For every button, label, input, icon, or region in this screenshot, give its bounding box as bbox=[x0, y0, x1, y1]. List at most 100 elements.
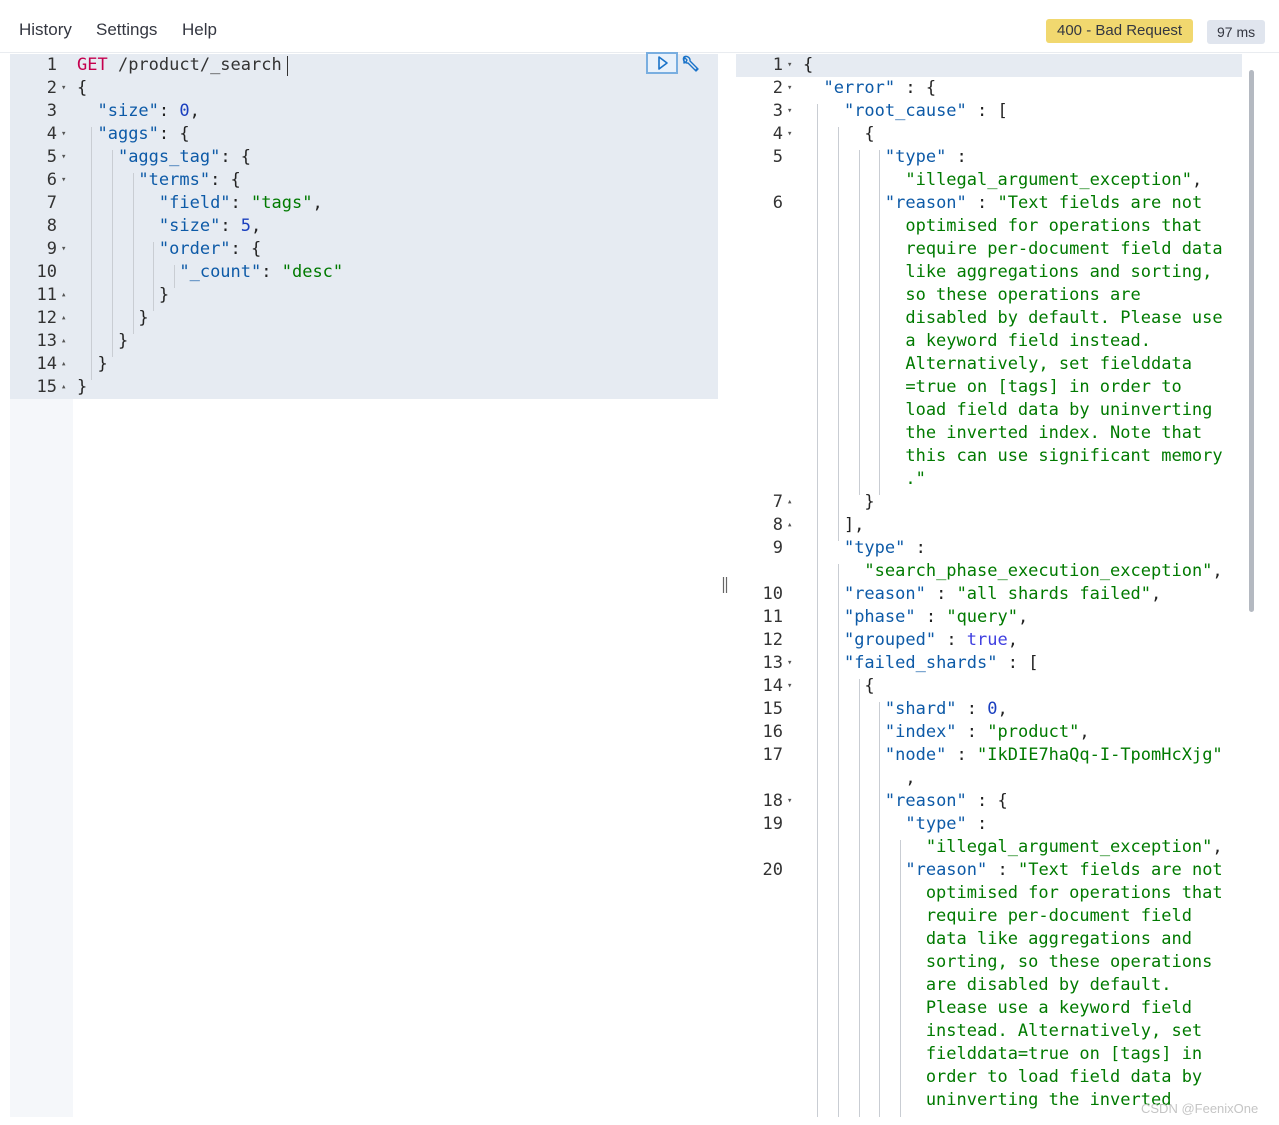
line-number: 8 bbox=[772, 515, 783, 535]
fold-toggle-icon[interactable]: ▾ bbox=[61, 146, 66, 169]
menu-history[interactable]: History bbox=[19, 20, 72, 40]
code-text: "reason" : "Text fields are not bbox=[803, 192, 1202, 215]
code-text: sorting, so these operations bbox=[803, 951, 1213, 974]
line-number: 17 bbox=[762, 745, 783, 765]
fold-toggle-icon[interactable]: ▾ bbox=[787, 652, 792, 675]
indent-guide bbox=[879, 150, 881, 495]
fold-toggle-icon[interactable]: ▴ bbox=[787, 491, 792, 514]
line-number: 13 bbox=[762, 653, 783, 673]
request-line: 14 ▴ } bbox=[10, 353, 718, 376]
line-number: 10 bbox=[762, 584, 783, 604]
indent-guide bbox=[858, 150, 860, 495]
fold-toggle-icon[interactable]: ▴ bbox=[61, 307, 66, 330]
code-token: order to load field data by bbox=[803, 1067, 1203, 1087]
response-line: 3 ▾ "root_cause" : [ bbox=[736, 100, 1242, 123]
response-line: "illegal_argument_exception", bbox=[736, 836, 1242, 859]
code-token: Please use a keyword field bbox=[803, 998, 1192, 1018]
response-line: 7 ▴ } bbox=[736, 491, 1242, 514]
response-line: Alternatively, set fielddata bbox=[736, 353, 1242, 376]
code-token: so these operations are bbox=[803, 285, 1141, 305]
response-scrollbar[interactable] bbox=[1249, 70, 1254, 612]
indent-guide bbox=[879, 702, 881, 1117]
request-line: 7 "field": "tags", bbox=[10, 192, 718, 215]
indent-guide bbox=[111, 150, 113, 357]
code-token: "aggs" bbox=[97, 124, 159, 144]
request-line: 12 ▴ } bbox=[10, 307, 718, 330]
request-editor[interactable]: 1 GET /product/_search 2 ▾{3 "size": 0, 4 ▾ "… bbox=[10, 54, 718, 1117]
fold-toggle-icon[interactable]: ▾ bbox=[787, 675, 792, 698]
line-number: 15 bbox=[762, 699, 783, 719]
fold-toggle-icon[interactable]: ▾ bbox=[787, 77, 792, 100]
response-line: this can use significant memory bbox=[736, 445, 1242, 468]
code-token: the inverted index. Note that bbox=[803, 423, 1203, 443]
code-token: : bbox=[966, 814, 988, 834]
code-token: "tags" bbox=[251, 193, 313, 213]
menu-help[interactable]: Help bbox=[182, 20, 217, 40]
response-line: 13 ▾ "failed_shards" : [ bbox=[736, 652, 1242, 675]
fold-toggle-icon[interactable]: ▴ bbox=[787, 514, 792, 537]
run-request-button[interactable] bbox=[646, 52, 678, 74]
code-token: : bbox=[956, 699, 988, 719]
fold-toggle-icon[interactable]: ▴ bbox=[61, 284, 66, 307]
fold-toggle-icon[interactable]: ▴ bbox=[61, 330, 66, 353]
code-token: "search_phase_execution_exception" bbox=[864, 561, 1213, 581]
code-text: } bbox=[77, 353, 107, 376]
code-token: "node" bbox=[884, 745, 947, 765]
request-line: 15 ▴} bbox=[10, 376, 718, 399]
code-text: "illegal_argument_exception", bbox=[803, 836, 1223, 859]
code-text: ], bbox=[803, 514, 864, 537]
menu-settings[interactable]: Settings bbox=[96, 20, 157, 40]
response-line: 1 ▾ { bbox=[736, 54, 1242, 77]
code-token: : { bbox=[220, 147, 252, 167]
code-token: "reason" bbox=[884, 791, 967, 811]
fold-toggle-icon[interactable]: ▾ bbox=[61, 169, 66, 192]
response-line: sorting, so these operations bbox=[736, 951, 1242, 974]
request-actions bbox=[646, 52, 699, 76]
code-text: "grouped" : true, bbox=[803, 629, 1018, 652]
fold-toggle-icon[interactable]: ▾ bbox=[787, 790, 792, 813]
response-line: 6 "reason" : "Text fields are not bbox=[736, 192, 1242, 215]
code-token: : bbox=[936, 630, 967, 650]
code-text: "size": 0, bbox=[77, 100, 199, 123]
code-token: , bbox=[1079, 722, 1090, 742]
response-line: ." bbox=[736, 468, 1242, 491]
wrench-icon[interactable] bbox=[680, 54, 702, 74]
code-token: : { bbox=[966, 791, 1008, 811]
line-number: 4 bbox=[772, 124, 783, 144]
code-token: : bbox=[946, 745, 978, 765]
line-number: 5 bbox=[46, 147, 57, 167]
code-text: fielddata=true on [tags] in bbox=[803, 1043, 1202, 1066]
code-token: : bbox=[158, 101, 180, 121]
fold-toggle-icon[interactable]: ▾ bbox=[787, 54, 792, 77]
fold-toggle-icon[interactable]: ▾ bbox=[61, 238, 66, 261]
resize-handle-icon[interactable] bbox=[721, 576, 729, 594]
code-text: disabled by default. Please use bbox=[803, 307, 1222, 330]
fold-toggle-icon[interactable]: ▾ bbox=[61, 77, 66, 100]
fold-toggle-icon[interactable]: ▾ bbox=[787, 100, 792, 123]
line-number: 11 bbox=[36, 285, 57, 305]
fold-toggle-icon[interactable]: ▾ bbox=[61, 123, 66, 146]
fold-toggle-icon[interactable]: ▾ bbox=[787, 123, 792, 146]
line-number: 18 bbox=[762, 791, 783, 811]
code-token: { bbox=[77, 78, 88, 98]
response-line: 19 "type" : bbox=[736, 813, 1242, 836]
line-number: 8 bbox=[46, 216, 57, 236]
fold-toggle-icon[interactable]: ▴ bbox=[61, 353, 66, 376]
response-line: 5 "type" : bbox=[736, 146, 1242, 169]
code-token: "IkDIE7haQq-I-TpomHcXjg" bbox=[977, 745, 1223, 765]
code-text: "size": 5, bbox=[77, 215, 261, 238]
response-viewer[interactable]: 1 ▾{2 ▾ "error" : {3 ▾ "root_cause" : [4 ▾ {… bbox=[736, 54, 1242, 1117]
response-line: 17 "node" : "IkDIE7haQq-I-TpomHcXjg" bbox=[736, 744, 1242, 767]
code-token: "error" bbox=[823, 78, 896, 98]
response-line: "illegal_argument_exception", bbox=[736, 169, 1242, 192]
response-line: 8 ▴ ], bbox=[736, 514, 1242, 537]
response-line: Please use a keyword field bbox=[736, 997, 1242, 1020]
status-badge: 400 - Bad Request bbox=[1046, 19, 1194, 43]
code-token: , bbox=[1191, 170, 1203, 190]
fold-toggle-icon[interactable]: ▴ bbox=[61, 376, 66, 399]
watermark: CSDN @FeenixOne bbox=[1141, 1101, 1259, 1116]
